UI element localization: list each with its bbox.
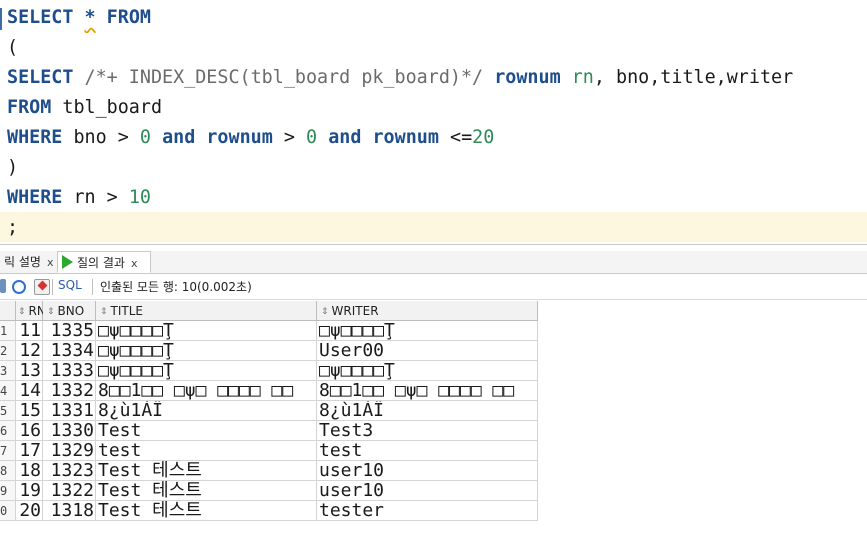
cell-rn[interactable]: 12 xyxy=(16,341,43,361)
cell-bno[interactable]: 1333 xyxy=(43,361,96,381)
sort-icon: ⇕ xyxy=(47,307,55,317)
cell-title[interactable]: 8□□1□□ □ψ□ □□□□ □□ xyxy=(96,381,317,401)
cell-title[interactable]: Test xyxy=(96,421,317,441)
cell-rn[interactable]: 11 xyxy=(16,321,43,341)
code-line-4[interactable]: FROM tbl_board xyxy=(7,94,162,122)
column-header-rn[interactable]: ⇕ RN xyxy=(16,301,46,321)
code-line-1[interactable]: SELECT * FROM xyxy=(7,4,151,32)
cell-title[interactable]: Test 테스트 xyxy=(96,461,317,481)
code-line-3[interactable]: SELECT /*+ INDEX_DESC(tbl_board pk_board… xyxy=(7,64,793,92)
result-toolbar: SQL 인출된 모든 행: 10(0.002초) xyxy=(0,275,867,300)
pin-icon[interactable] xyxy=(0,279,6,293)
grid-corner xyxy=(0,301,16,321)
result-panel: 릭 설명 x 질의 결과 x SQL 인출된 모든 행: 10(0.002초) ⇕ R… xyxy=(0,244,867,550)
code-line-6[interactable]: ) xyxy=(7,154,18,182)
sql-link[interactable]: SQL xyxy=(58,278,82,292)
cell-rn[interactable]: 13 xyxy=(16,361,43,381)
current-line-highlight xyxy=(0,212,867,242)
tab-query-result[interactable]: 질의 결과 x xyxy=(57,251,151,273)
cell-title[interactable]: □ψ□□□□Ţ xyxy=(96,341,317,361)
cell-writer[interactable]: user10 xyxy=(317,481,538,501)
sql-error-icon[interactable] xyxy=(34,279,50,295)
fetch-status-text: 인출된 모든 행: 10(0.002초) xyxy=(100,280,252,294)
sort-icon: ⇕ xyxy=(321,307,329,317)
code-line-7[interactable]: WHERE rn > 10 xyxy=(7,184,151,212)
cell-rn[interactable]: 20 xyxy=(16,501,43,521)
code-line-5[interactable]: WHERE bno > 0 and rownum > 0 and rownum … xyxy=(7,124,494,152)
column-header-writer[interactable]: ⇕ WRITER xyxy=(317,301,538,321)
column-header-title[interactable]: ⇕ TITLE xyxy=(96,301,317,321)
play-icon xyxy=(62,255,73,269)
refresh-icon[interactable] xyxy=(12,280,26,294)
cell-bno[interactable]: 1332 xyxy=(43,381,96,401)
row-number: 7 xyxy=(0,441,16,461)
code-line-8[interactable]: ; xyxy=(7,214,18,242)
sort-icon: ⇕ xyxy=(18,307,26,317)
row-number: 2 xyxy=(0,341,16,361)
tab-explain-plan[interactable]: 릭 설명 x xyxy=(0,251,56,273)
cell-writer[interactable]: user10 xyxy=(317,461,538,481)
cell-writer[interactable]: □ψ□□□□Ţ xyxy=(317,361,538,381)
row-number: 0 xyxy=(0,501,16,521)
cell-title[interactable]: Test 테스트 xyxy=(96,481,317,501)
sort-icon: ⇕ xyxy=(100,307,108,317)
close-icon[interactable]: x xyxy=(131,257,138,270)
cell-title[interactable]: □ψ□□□□Ţ xyxy=(96,321,317,341)
code-line-2[interactable]: ( xyxy=(7,34,18,62)
cell-title[interactable]: □ψ□□□□Ţ xyxy=(96,361,317,381)
row-number: 4 xyxy=(0,381,16,401)
row-number: 8 xyxy=(0,461,16,481)
row-number: 3 xyxy=(0,361,16,381)
cell-rn[interactable]: 16 xyxy=(16,421,43,441)
cell-bno[interactable]: 1335 xyxy=(43,321,96,341)
cell-rn[interactable]: 15 xyxy=(16,401,43,421)
cell-bno[interactable]: 1334 xyxy=(43,341,96,361)
cell-rn[interactable]: 19 xyxy=(16,481,43,501)
cell-writer[interactable]: test xyxy=(317,441,538,461)
row-number: 6 xyxy=(0,421,16,441)
cell-writer[interactable]: Test3 xyxy=(317,421,538,441)
cell-writer[interactable]: 8¿ù1ÀÏ xyxy=(317,401,538,421)
cell-bno[interactable]: 1330 xyxy=(43,421,96,441)
cell-title[interactable]: test xyxy=(96,441,317,461)
result-tab-bar: 릭 설명 x 질의 결과 x xyxy=(0,251,867,274)
row-number: 5 xyxy=(0,401,16,421)
toolbar-divider xyxy=(92,279,93,295)
fold-marker xyxy=(0,8,2,30)
cell-writer[interactable]: tester xyxy=(317,501,538,521)
cell-bno[interactable]: 1322 xyxy=(43,481,96,501)
cell-bno[interactable]: 1323 xyxy=(43,461,96,481)
row-number: 1 xyxy=(0,321,16,341)
cell-title[interactable]: Test 테스트 xyxy=(96,501,317,521)
cell-rn[interactable]: 17 xyxy=(16,441,43,461)
toolbar-divider xyxy=(52,279,53,295)
cell-writer[interactable]: 8□□1□□ □ψ□ □□□□ □□ xyxy=(317,381,538,401)
cell-title[interactable]: 8¿ù1ÀÏ xyxy=(96,401,317,421)
cell-writer[interactable]: □ψ□□□□Ţ xyxy=(317,321,538,341)
cell-bno[interactable]: 1318 xyxy=(43,501,96,521)
column-header-bno[interactable]: ⇕ BNO xyxy=(43,301,96,321)
sql-editor[interactable]: SELECT * FROM ( SELECT /*+ INDEX_DESC(tb… xyxy=(0,0,867,244)
row-number: 9 xyxy=(0,481,16,501)
cell-bno[interactable]: 1331 xyxy=(43,401,96,421)
cell-bno[interactable]: 1329 xyxy=(43,441,96,461)
cell-rn[interactable]: 14 xyxy=(16,381,43,401)
cell-rn[interactable]: 18 xyxy=(16,461,43,481)
close-icon[interactable]: x xyxy=(47,256,54,269)
cell-writer[interactable]: User00 xyxy=(317,341,538,361)
